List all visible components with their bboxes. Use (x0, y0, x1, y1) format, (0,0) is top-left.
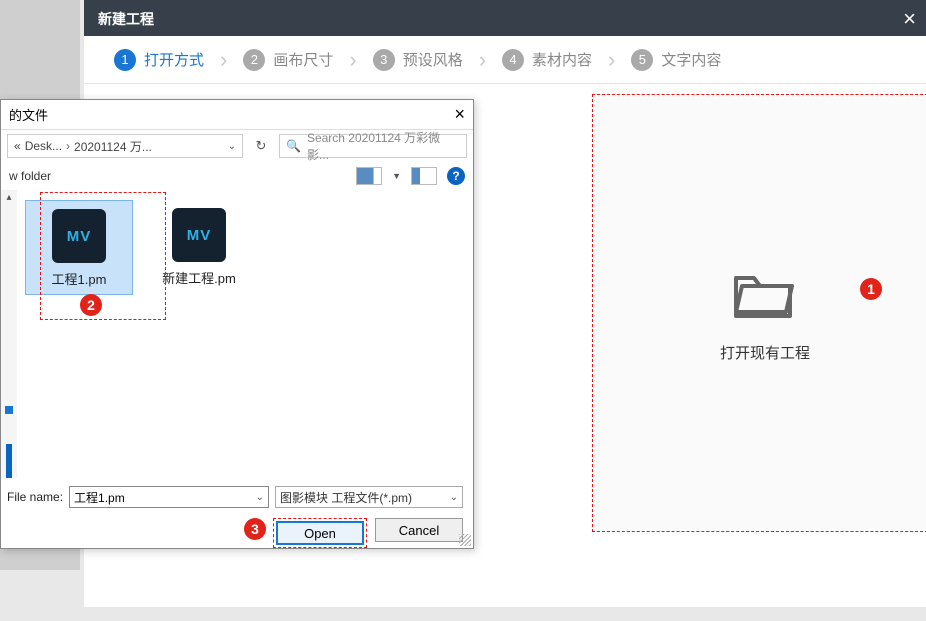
step-label: 打开方式 (144, 49, 204, 70)
open-existing-project-zone[interactable]: 打开现有工程 (592, 94, 926, 532)
step-number: 4 (502, 49, 524, 71)
wizard-steps: 1 打开方式 › 2 画布尺寸 › 3 预设风格 › 4 素材内容 › 5 文字… (84, 36, 926, 84)
filetype-value: 图影模块 工程文件(*.pm) (280, 489, 412, 506)
open-button[interactable]: Open (276, 521, 364, 545)
dialog-body: ▴ MV 工程1.pm MV 新建工程.pm (1, 190, 473, 478)
annotation-callout-2: 2 (80, 294, 102, 316)
crumb-part: 20201124 万... (74, 138, 152, 155)
step-label: 画布尺寸 (273, 49, 333, 70)
dialog-nav-row: « Desk... › 20201124 万... ⌄ ↻ 🔍 Search 2… (1, 130, 473, 162)
filename-input[interactable]: 工程1.pm ⌄ (69, 486, 269, 508)
file-name-label: 新建工程.pm (162, 268, 236, 287)
search-input[interactable]: 🔍 Search 20201124 万彩微影... (279, 134, 467, 158)
step-canvas-size[interactable]: 2 画布尺寸 (243, 49, 333, 71)
file-item[interactable]: MV 新建工程.pm (145, 200, 253, 293)
annotation-callout-3: 3 (244, 518, 266, 540)
chevron-right-icon: › (220, 47, 227, 73)
step-number: 2 (243, 49, 265, 71)
help-icon[interactable]: ? (447, 167, 465, 185)
step-preset-style[interactable]: 3 预设风格 (373, 49, 463, 71)
view-mode-button[interactable] (356, 167, 382, 185)
dialog-footer: File name: 工程1.pm ⌄ 图影模块 工程文件(*.pm) ⌄ Op… (1, 478, 473, 554)
file-list[interactable]: MV 工程1.pm MV 新建工程.pm (17, 190, 473, 478)
filetype-select[interactable]: 图影模块 工程文件(*.pm) ⌄ (275, 486, 463, 508)
crumb-part: Desk... (25, 139, 62, 153)
annotation-frame: Open (273, 518, 367, 548)
file-open-dialog: 的文件 × « Desk... › 20201124 万... ⌄ ↻ 🔍 Se… (0, 99, 474, 549)
chevron-down-icon[interactable]: ⌄ (256, 492, 264, 503)
chevron-down-icon[interactable]: ⌄ (450, 492, 458, 503)
filename-label: File name: (7, 490, 63, 504)
step-text-content[interactable]: 5 文字内容 (631, 49, 721, 71)
chevron-up-icon[interactable]: ▴ (6, 192, 11, 203)
close-icon[interactable]: × (903, 6, 916, 32)
close-icon[interactable]: × (454, 104, 465, 125)
nav-marker (5, 406, 13, 414)
step-number: 3 (373, 49, 395, 71)
crumb-prefix: « (14, 139, 21, 153)
drop-zone-label: 打开现有工程 (720, 342, 810, 363)
step-number: 5 (631, 49, 653, 71)
step-open-method[interactable]: 1 打开方式 (114, 49, 204, 71)
breadcrumb[interactable]: « Desk... › 20201124 万... ⌄ (7, 134, 243, 158)
dropdown-caret-icon[interactable]: ▼ (392, 171, 401, 181)
file-name-label: 工程1.pm (52, 269, 107, 288)
step-label: 预设风格 (403, 49, 463, 70)
wizard-titlebar: 新建工程 × (84, 2, 926, 36)
step-material[interactable]: 4 素材内容 (502, 49, 592, 71)
preview-pane-button[interactable] (411, 167, 437, 185)
file-item-selected[interactable]: MV 工程1.pm (25, 200, 133, 295)
wizard-title: 新建工程 (98, 9, 154, 29)
search-icon: 🔍 (286, 139, 301, 153)
step-number: 1 (114, 49, 136, 71)
file-type-icon: MV (52, 209, 106, 263)
chevron-right-icon: › (479, 47, 486, 73)
chevron-right-icon: › (608, 47, 615, 73)
chevron-right-icon: › (66, 139, 70, 153)
annotation-callout-1: 1 (860, 278, 882, 300)
resize-grip[interactable] (459, 534, 471, 546)
file-type-icon: MV (172, 208, 226, 262)
cancel-button[interactable]: Cancel (375, 518, 463, 542)
step-label: 文字内容 (661, 49, 721, 70)
filename-value: 工程1.pm (74, 489, 125, 506)
dialog-toolbar: w folder ▼ ? (1, 162, 473, 190)
nav-pane[interactable]: ▴ (1, 190, 17, 478)
search-placeholder: Search 20201124 万彩微影... (307, 129, 460, 163)
step-label: 素材内容 (532, 49, 592, 70)
nav-marker (6, 444, 12, 478)
dialog-title: 的文件 (9, 105, 48, 124)
chevron-right-icon: › (349, 47, 356, 73)
chevron-down-icon[interactable]: ⌄ (228, 141, 236, 152)
folder-open-icon (730, 264, 800, 322)
refresh-button[interactable]: ↻ (249, 134, 273, 158)
dialog-titlebar: 的文件 × (1, 100, 473, 130)
new-folder-button[interactable]: w folder (9, 169, 51, 183)
